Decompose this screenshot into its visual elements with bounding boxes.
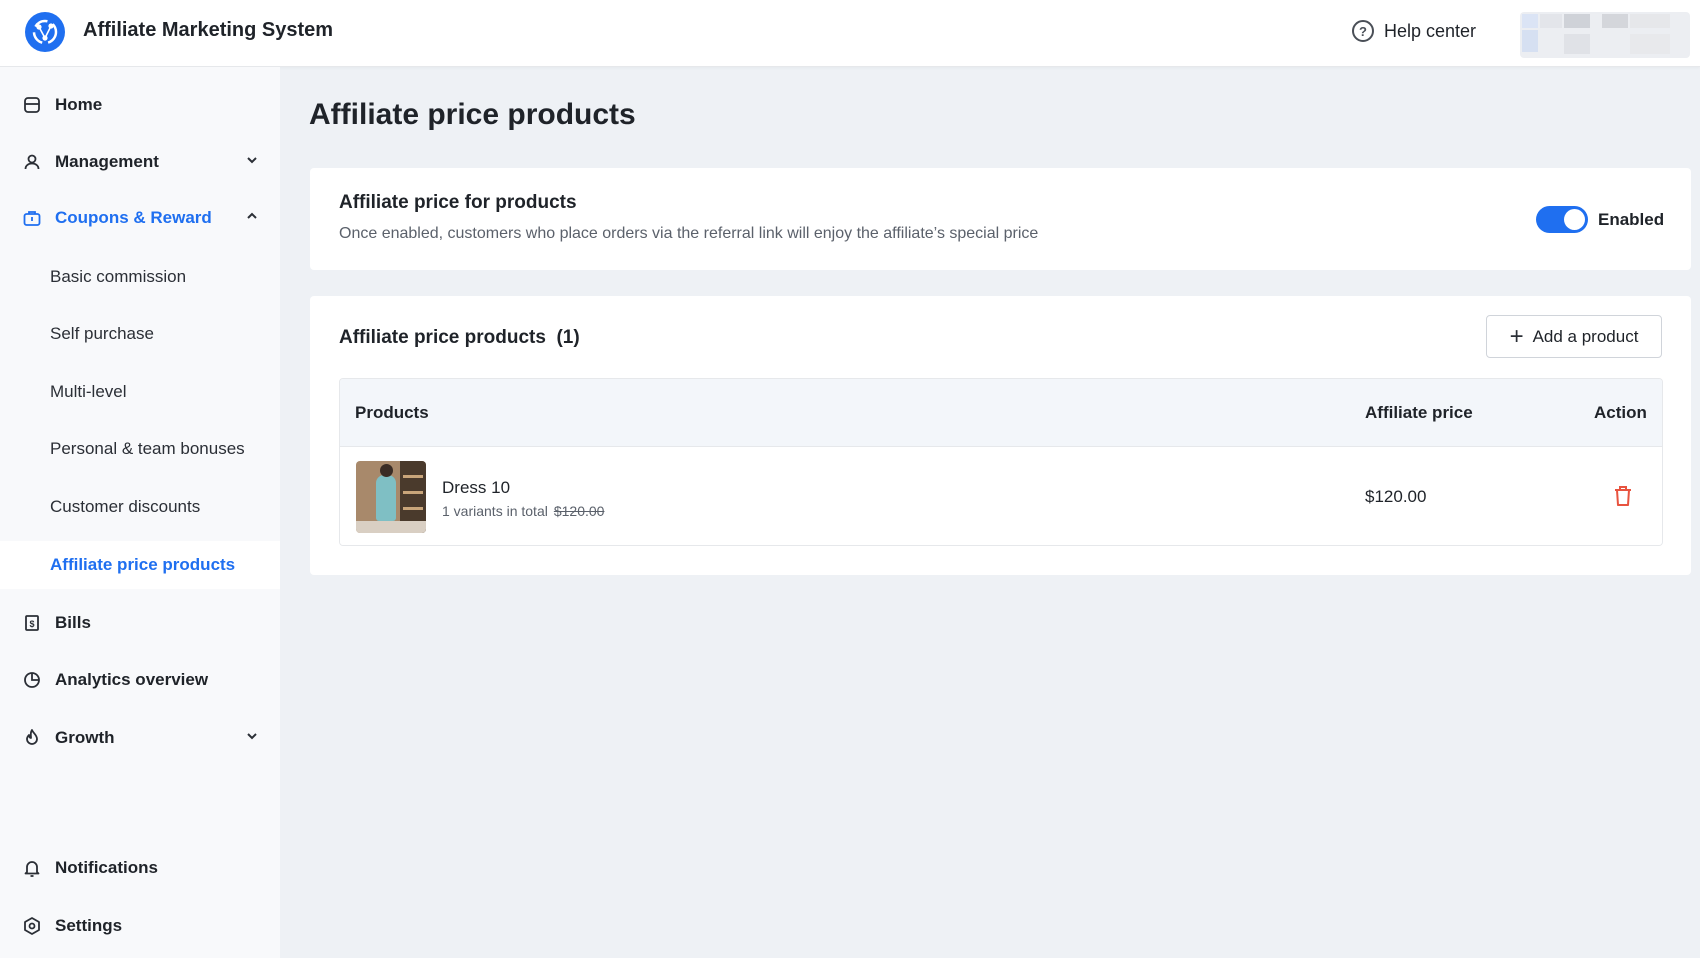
sidebar-subitem-label: Customer discounts: [50, 497, 201, 516]
sidebar-subitem-multi-level[interactable]: Multi-level: [0, 368, 280, 416]
sidebar-subitem-label: Personal & team bonuses: [50, 439, 245, 458]
sidebar-subitem-label: Basic commission: [50, 267, 187, 286]
sidebar-item-label: Home: [55, 95, 103, 114]
sidebar-subitem-label: Multi-level: [50, 382, 127, 401]
sidebar-item-label: Bills: [55, 613, 91, 632]
table-row[interactable]: Dress 10 1 variants in total $120.00 $120…: [340, 447, 1662, 545]
sidebar-item-notifications[interactable]: Notifications: [0, 843, 280, 893]
flame-icon: [26, 729, 38, 745]
help-center-link[interactable]: ? Help center: [1352, 20, 1476, 42]
sidebar-item-analytics-overview[interactable]: Analytics overview: [0, 655, 280, 705]
user-icon: [24, 154, 40, 170]
product-original-price: $120.00: [553, 503, 605, 519]
svg-text:$: $: [29, 619, 34, 629]
product-meta: 1 variants in total $120.00: [442, 503, 604, 519]
sidebar-item-settings[interactable]: Settings: [0, 901, 280, 951]
bell-icon: [24, 861, 40, 877]
sidebar-item-label: Notifications: [55, 858, 158, 877]
chevron-down-icon: [247, 733, 257, 740]
sidebar-subitem-label: Self purchase: [50, 324, 154, 343]
sidebar-item-label: Growth: [55, 728, 115, 747]
top-bar: Affiliate Marketing System ? Help center: [0, 0, 1700, 67]
products-table: Products Affiliate price Action Dress 10…: [339, 378, 1663, 546]
sidebar-item-label: Settings: [55, 916, 123, 935]
chevron-down-icon: [247, 157, 257, 164]
toggle-knob: [1564, 209, 1585, 230]
sidebar: Home Management Coupons & Reward Basic c…: [0, 67, 280, 958]
settings-card-description: Once enabled, customers who place orders…: [339, 225, 1039, 242]
sidebar-item-bills[interactable]: $ Bills: [0, 598, 280, 648]
dollar-doc-icon: $: [25, 615, 39, 631]
product-thumbnail[interactable]: [356, 461, 426, 533]
question-circle-icon: ?: [1352, 20, 1374, 42]
settings-card-title: Affiliate price for products: [339, 192, 577, 213]
plus-icon: +: [1509, 322, 1524, 350]
help-center-label: Help center: [1384, 20, 1477, 41]
product-name[interactable]: Dress 10: [442, 478, 510, 498]
sidebar-item-home[interactable]: Home: [0, 80, 280, 130]
affiliate-price-settings-card: Affiliate price for products Once enable…: [310, 168, 1691, 270]
page-title: Affiliate price products: [309, 98, 636, 131]
sidebar-item-label: Coupons & Reward: [55, 208, 212, 227]
trash-icon[interactable]: [1612, 484, 1634, 508]
toggle-status-label: Enabled: [1598, 210, 1665, 229]
sidebar-subitem-customer-discounts[interactable]: Customer discounts: [0, 483, 280, 531]
add-product-label: Add a product: [1532, 326, 1639, 346]
column-header-products[interactable]: Products: [355, 403, 429, 423]
sidebar-subitem-basic-commission[interactable]: Basic commission: [0, 253, 280, 301]
briefcase-icon: [23, 211, 41, 226]
sidebar-item-coupons-reward[interactable]: Coupons & Reward: [0, 193, 280, 243]
account-avatar-blurred[interactable]: [1520, 12, 1690, 58]
sidebar-item-management[interactable]: Management: [0, 137, 280, 187]
store-icon: [24, 97, 40, 113]
chevron-up-icon: [247, 212, 257, 219]
sidebar-item-label: Management: [55, 152, 159, 171]
table-header: Products Affiliate price Action: [340, 379, 1662, 447]
column-header-action: Action: [1594, 403, 1647, 422]
affiliate-logo-icon[interactable]: [25, 12, 65, 52]
add-product-button[interactable]: + Add a product: [1486, 315, 1662, 358]
products-card-title-text: Affiliate price products: [339, 327, 546, 348]
products-count: (1): [556, 327, 580, 348]
sidebar-item-label: Analytics overview: [55, 670, 209, 689]
product-variants: 1 variants in total: [442, 503, 548, 519]
pie-chart-icon: [24, 672, 40, 688]
sidebar-subitem-affiliate-price-products[interactable]: Affiliate price products: [0, 541, 280, 589]
affiliate-price-value: $120.00: [1365, 487, 1427, 506]
affiliate-price-products-card: Affiliate price products (1) + Add a pro…: [310, 296, 1691, 575]
hexagon-settings-icon: [24, 917, 40, 935]
app-title: Affiliate Marketing System: [83, 19, 334, 41]
sidebar-subitem-self-purchase[interactable]: Self purchase: [0, 310, 280, 358]
sidebar-item-growth[interactable]: Growth: [0, 713, 280, 763]
sidebar-subitem-label: Affiliate price products: [50, 555, 236, 574]
products-card-title: Affiliate price products (1): [339, 327, 580, 349]
affiliate-price-toggle[interactable]: [1536, 206, 1588, 233]
column-header-affiliate-price[interactable]: Affiliate price: [1365, 403, 1473, 423]
sidebar-subitem-personal-team-bonuses[interactable]: Personal & team bonuses: [0, 425, 280, 473]
